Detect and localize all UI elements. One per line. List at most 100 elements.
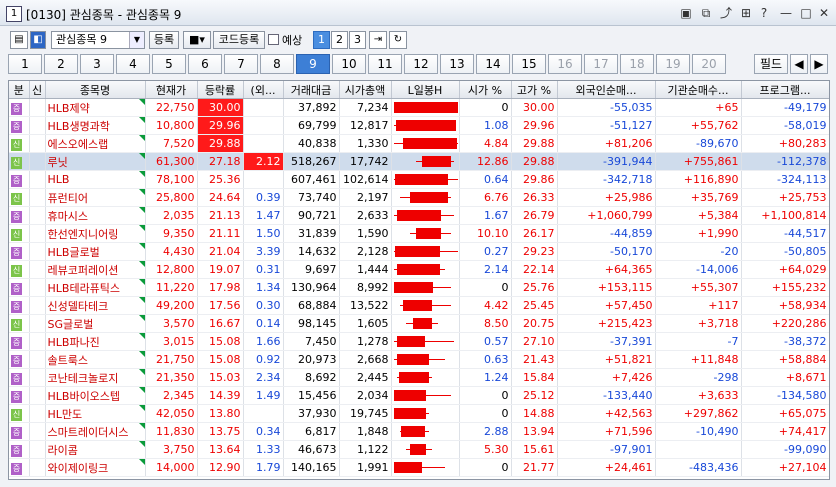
- tab-16[interactable]: 16: [548, 54, 582, 74]
- tab-14[interactable]: 14: [476, 54, 510, 74]
- tab-4[interactable]: 4: [116, 54, 150, 74]
- stock-name: 에스오에스랩: [45, 134, 146, 153]
- table-row[interactable]: 증 코난테크놀로지 21,350 15.03 2.34 8,692 2,445 1.24 15.…: [9, 368, 829, 387]
- code-register-button[interactable]: 코드등록: [213, 31, 265, 49]
- trade-value: 69,799: [283, 116, 340, 135]
- table-row[interactable]: 증 HLB바이오스텝 2,345 14.39 1.49 15,456 2,034 0 25.12…: [9, 386, 829, 405]
- daily-candle-cell: [391, 116, 460, 135]
- daily-candle: [393, 117, 457, 134]
- daily-candle-cell: [391, 170, 460, 189]
- tab-8[interactable]: 8: [260, 54, 294, 74]
- column-header[interactable]: 분: [9, 81, 30, 99]
- tab-19[interactable]: 19: [656, 54, 690, 74]
- column-header[interactable]: 시가 %: [459, 81, 512, 99]
- table-row[interactable]: 증 솔트룩스 21,750 15.08 0.92 20,973 2,668 0.63 21.43…: [9, 350, 829, 369]
- table-row[interactable]: 증 HLB파나진 3,015 15.08 1.66 7,450 1,278 0.57 27.10…: [9, 332, 829, 351]
- column-header[interactable]: 고가 %: [511, 81, 558, 99]
- tab-20[interactable]: 20: [692, 54, 726, 74]
- table-row[interactable]: 증 HLB제약 22,750 30.00 37,892 7,234 0 30.00 -55,03…: [9, 98, 829, 117]
- foreign-net-buy: -55,035: [557, 98, 656, 117]
- link-icon[interactable]: ⤴: [718, 5, 734, 21]
- daily-candle-cell: [391, 278, 460, 297]
- refresh-icon[interactable]: ↻: [389, 31, 407, 49]
- tab-2[interactable]: 2: [44, 54, 78, 74]
- column-header[interactable]: 프로그램...: [741, 81, 829, 99]
- column-header[interactable]: 신: [29, 81, 46, 99]
- market-cap: 1,278: [339, 332, 392, 351]
- favorite-toggle-icon[interactable]: ◧: [30, 31, 46, 49]
- foreign-ratio: [243, 134, 284, 153]
- page-button-2[interactable]: 2: [331, 31, 348, 49]
- tab-6[interactable]: 6: [188, 54, 222, 74]
- table-row[interactable]: 신 루닛 61,300 27.18 2.12 518,267 17,742 12.86 29.8…: [9, 152, 829, 171]
- color-dropdown-button[interactable]: ■▾: [183, 31, 211, 49]
- copy-window-icon[interactable]: ⧉: [698, 5, 714, 21]
- register-button[interactable]: 등록: [149, 31, 179, 49]
- page-button-3[interactable]: 3: [349, 31, 366, 49]
- tab-12[interactable]: 12: [404, 54, 438, 74]
- tab-5[interactable]: 5: [152, 54, 186, 74]
- table-row[interactable]: 증 HLB 78,100 25.36 607,461 102,614 0.64 29.86 -3…: [9, 170, 829, 189]
- table-row[interactable]: 신 SG글로벌 3,570 16.67 0.14 98,145 1,605 8.50 20.75…: [9, 314, 829, 333]
- table-row[interactable]: 신 HL만도 42,050 13.80 37,930 19,745 0 14.88 +42,56…: [9, 404, 829, 423]
- tab-9[interactable]: 9: [296, 54, 330, 74]
- tab-18[interactable]: 18: [620, 54, 654, 74]
- table-row[interactable]: 증 휴마시스 2,035 21.13 1.47 90,721 2,633 1.67 26.79 +…: [9, 206, 829, 225]
- watchlist-grid: 분 신 종목명 현재가 등락률 (외... 거래대금 시가총액 L일봉H 시가 % 고가 % 외국인순…: [8, 80, 830, 480]
- trade-value: 6,817: [283, 422, 340, 441]
- table-row[interactable]: 신 레뷰코퍼레이션 12,800 19.07 0.31 9,697 1,444 2.14 22.…: [9, 260, 829, 279]
- tab-17[interactable]: 17: [584, 54, 618, 74]
- table-row[interactable]: 증 HLB생명과학 10,800 29.96 69,799 12,817 1.08 29.96…: [9, 116, 829, 135]
- marker-icon: [138, 297, 144, 303]
- table-row[interactable]: 증 라이콤 3,750 13.64 1.33 46,673 1,122 5.30 15.61 -9…: [9, 440, 829, 459]
- table-row[interactable]: 신 퓨런티어 25,800 24.64 0.39 73,740 2,197 6.76 26.33…: [9, 188, 829, 207]
- table-row[interactable]: 증 신성델타테크 49,200 17.56 0.30 68,884 13,522 4.42 25…: [9, 296, 829, 315]
- page-tabs: 필드 ◀ ▶ 1 2 3 4 5 6 7 8 9 10 11 12 13 14 15 16 17 18 19 20: [0, 54, 836, 76]
- export-icon[interactable]: ⇥: [369, 31, 387, 49]
- filter-button[interactable]: 필드: [754, 54, 788, 74]
- table-row[interactable]: 증 와이제이링크 14,000 12.90 1.79 140,165 1,991 0 21.77…: [9, 458, 829, 477]
- minimize-icon[interactable]: —: [778, 5, 794, 21]
- column-header[interactable]: 종목명: [45, 81, 146, 99]
- tab-15[interactable]: 15: [512, 54, 546, 74]
- foreign-net-buy: -50,170: [557, 242, 656, 261]
- table-row[interactable]: 신 에스오에스랩 7,520 29.88 40,838 1,330 4.84 29.88 +81…: [9, 134, 829, 153]
- foreign-ratio: 1.79: [243, 458, 284, 477]
- column-header[interactable]: 시가총액: [339, 81, 392, 99]
- table-row[interactable]: 신 한선엔지니어링 9,350 21.11 1.50 31,839 1,590 10.10 26…: [9, 224, 829, 243]
- column-header[interactable]: L일봉H: [391, 81, 460, 99]
- table-row[interactable]: 증 스마트레이더시스 11,830 13.75 0.34 6,817 1,848 2.88 13…: [9, 422, 829, 441]
- group-select[interactable]: 관심종목 9 ▼: [51, 31, 145, 49]
- help-icon[interactable]: ?: [756, 5, 772, 21]
- column-header[interactable]: 등락률: [197, 81, 244, 99]
- page-button-1[interactable]: 1: [313, 31, 330, 49]
- column-header[interactable]: (외...: [243, 81, 284, 99]
- close-icon[interactable]: ✕: [816, 5, 832, 21]
- tab-10[interactable]: 10: [332, 54, 366, 74]
- list-view-icon[interactable]: ▤: [10, 31, 28, 49]
- chevron-left-icon[interactable]: ◀: [790, 54, 808, 74]
- forecast-checkbox[interactable]: [268, 34, 279, 45]
- trade-value: 37,892: [283, 98, 340, 117]
- tab-3[interactable]: 3: [80, 54, 114, 74]
- column-header[interactable]: 기관순매수...: [655, 81, 742, 99]
- column-header[interactable]: 외국인순매...: [557, 81, 656, 99]
- tab-1[interactable]: 1: [8, 54, 42, 74]
- open-pct: 0.57: [459, 332, 512, 351]
- foreign-ratio: 2.34: [243, 368, 284, 387]
- credit-cell: [29, 206, 46, 225]
- table-row[interactable]: 증 HLB글로벌 4,430 21.04 3.39 14,632 2,128 0.27 29.2…: [9, 242, 829, 261]
- tab-13[interactable]: 13: [440, 54, 474, 74]
- tab-7[interactable]: 7: [224, 54, 258, 74]
- chevron-right-icon[interactable]: ▶: [810, 54, 828, 74]
- stock-name: HLB제약: [45, 98, 146, 117]
- chevron-down-icon[interactable]: ▼: [129, 32, 144, 48]
- layout-icon[interactable]: ▣: [678, 5, 694, 21]
- tab-11[interactable]: 11: [368, 54, 402, 74]
- column-header[interactable]: 거래대금: [283, 81, 340, 99]
- column-header[interactable]: 현재가: [145, 81, 198, 99]
- grid-icon[interactable]: ⊞: [738, 5, 754, 21]
- maximize-icon[interactable]: □: [798, 5, 814, 21]
- category-badge-cell: 증: [9, 242, 30, 261]
- table-row[interactable]: 증 HLB테라퓨틱스 11,220 17.98 1.34 130,964 8,992 0 25.…: [9, 278, 829, 297]
